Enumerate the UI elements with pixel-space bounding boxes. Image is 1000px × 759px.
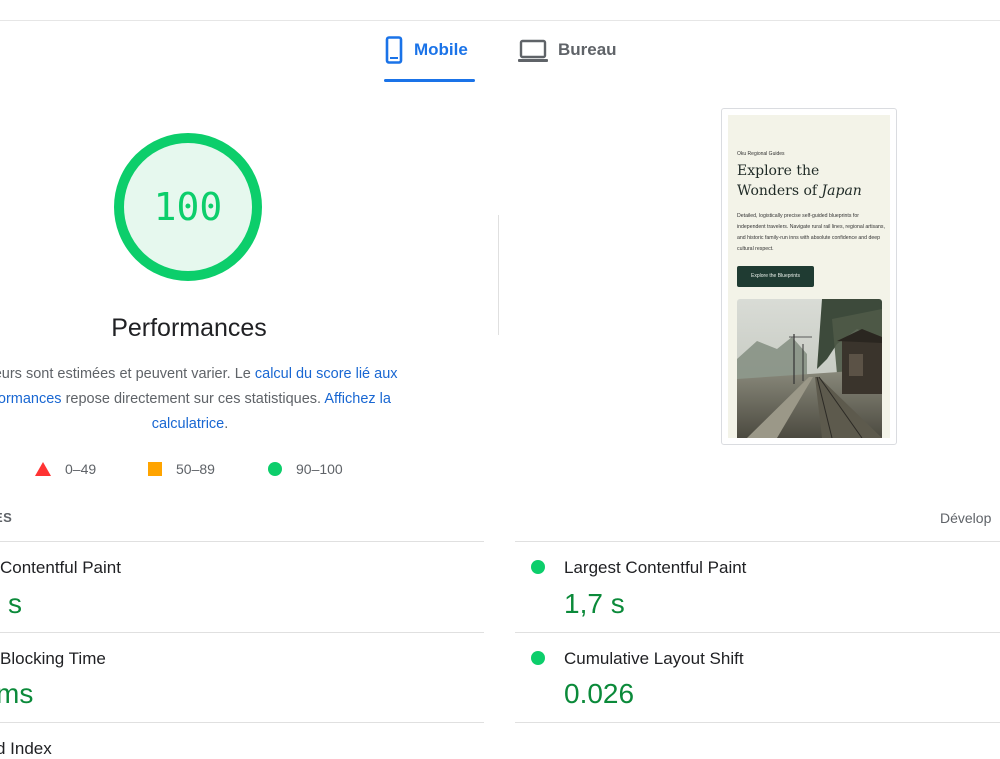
laptop-icon [518,36,548,64]
metric-lcp-title: Largest Contentful Paint [564,558,747,577]
pass-circle-icon [531,651,545,665]
tab-mobile-label: Mobile [414,40,468,59]
score-description: aleurs sont estimées et peuvent varier. … [0,362,420,437]
metrics-divider [0,541,484,542]
metrics-divider [515,541,1000,542]
circle-icon [268,462,282,476]
thumbnail-rail-photo [737,299,882,438]
score-category-title: Performances [111,314,267,342]
thumbnail-body: Detailed, logistically precise self-guid… [737,213,885,252]
metric-si-title: d Index [0,739,52,758]
calculator-link[interactable]: calculatrice [152,416,225,432]
score-calculation-link[interactable]: calcul du score lié aux [255,366,398,382]
thumbnail-title-em: Japan [821,183,862,199]
tab-mobile[interactable]: Mobile [384,36,475,82]
desc-text: aleurs sont estimées et peuvent varier. … [0,366,255,382]
metrics-divider [0,632,484,633]
expand-view-toggle[interactable]: Dévelop [940,510,991,526]
square-icon [148,462,162,476]
legend-average: 50–89 [148,461,215,477]
legend-range: 90–100 [296,461,343,477]
smartphone-icon [384,36,404,64]
thumbnail-kicker: Oku Regional Guides [737,151,785,157]
metrics-section-title: ES [0,510,13,525]
pass-circle-icon [531,560,545,574]
thumbnail-title: Explore the Wonders of Japan [737,161,887,201]
score-calculation-link-cont[interactable]: rformances [0,391,62,407]
show-calculator-link[interactable]: Affichez la [324,391,391,407]
tab-desktop-label: Bureau [558,40,617,59]
top-divider [0,20,1000,21]
thumbnail-cta-button: Explore the Blueprints [737,266,814,287]
desc-text-middle: repose directement sur ces statistiques. [61,391,325,407]
desc-suffix: . [224,416,229,432]
metric-tbt-value: ms [0,678,34,709]
vertical-divider [498,215,499,335]
triangle-icon [35,462,51,476]
metrics-divider [515,632,1000,633]
tab-desktop[interactable]: Bureau [518,36,628,82]
metrics-divider [0,722,484,723]
thumbnail-title-line2: Wonders of [737,183,822,199]
performance-score-gauge: 100 [113,132,263,282]
legend-range: 50–89 [176,461,215,477]
page-screenshot-thumbnail[interactable]: Oku Regional Guides Explore the Wonders … [721,108,897,445]
thumbnail-title-line1: Explore the [737,163,820,179]
thumbnail-content: Oku Regional Guides Explore the Wonders … [728,115,890,438]
legend-range: 0–49 [65,461,97,477]
metrics-divider [515,722,1000,723]
metric-tbt-title: Blocking Time [0,649,106,668]
metric-lcp-value: 1,7 s [564,588,625,619]
metric-fcp-value: s [8,588,22,619]
score-value: 100 [153,185,223,229]
legend-pass: 90–100 [268,461,343,477]
metric-cls-value: 0.026 [564,678,635,709]
metric-fcp-title: Contentful Paint [0,558,121,577]
active-tab-indicator [384,79,475,82]
legend-fail: 0–49 [35,461,96,477]
metric-cls-title: Cumulative Layout Shift [564,649,744,668]
